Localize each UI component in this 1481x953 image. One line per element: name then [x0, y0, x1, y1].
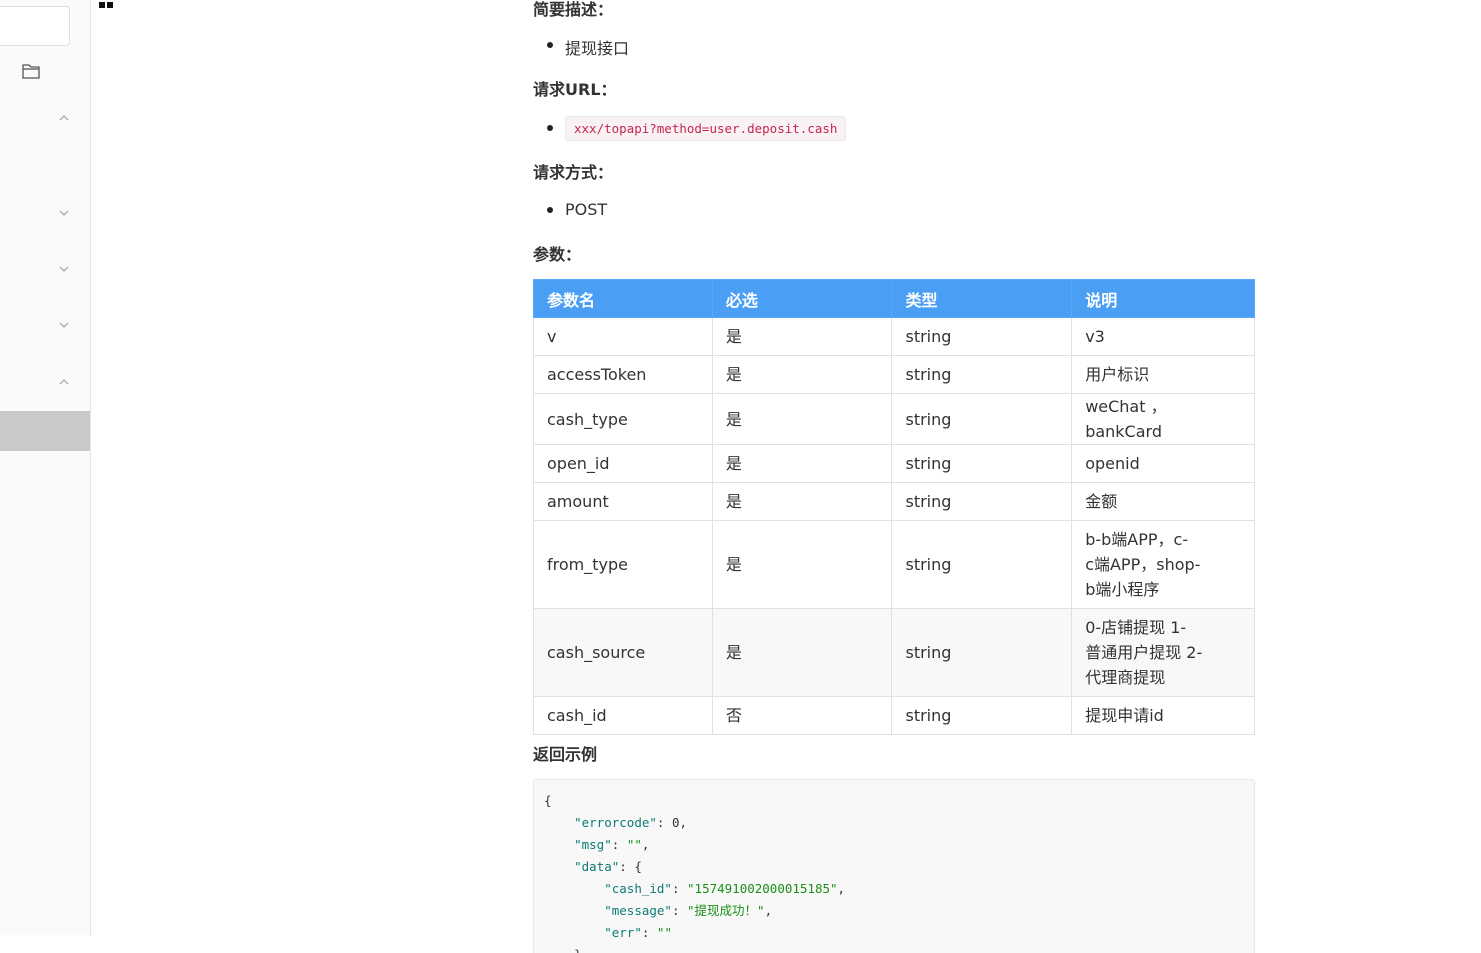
desc-line: c端APP，shop-: [1085, 555, 1201, 574]
table-cell: string: [891, 696, 1073, 735]
desc-line: 代理商提现: [1085, 668, 1166, 687]
table-cell: v: [533, 317, 713, 356]
table-row: cash_id 否 string 提现申请id: [533, 696, 1255, 735]
table-cell: string: [891, 444, 1073, 483]
code-value: "": [656, 925, 672, 940]
table-row: open_id 是 string openid: [533, 444, 1255, 483]
col-header-desc: 说明: [1071, 279, 1255, 318]
code-value: "": [626, 837, 642, 852]
table-cell: 是: [711, 393, 893, 445]
return-heading: 返回示例: [533, 745, 598, 764]
params-table: 参数名 必选 类型 说明 v 是 string v3 accessToken 是…: [533, 279, 1255, 735]
table-cell: v3: [1071, 317, 1255, 356]
code-value: 0: [671, 815, 680, 830]
col-header-type: 类型: [891, 279, 1073, 318]
table-cell: 是: [711, 608, 893, 697]
sidebar-item-active[interactable]: [0, 411, 90, 451]
table-cell: weChat ，bankCard: [1071, 393, 1255, 445]
table-cell: open_id: [533, 444, 713, 483]
table-row: amount 是 string 金额: [533, 482, 1255, 521]
code-token: {: [544, 793, 552, 808]
bullet-icon: [547, 207, 553, 213]
table-cell: string: [891, 520, 1073, 609]
table-cell: 是: [711, 444, 893, 483]
table-row: accessToken 是 string 用户标识: [533, 355, 1255, 394]
table-row: cash_type 是 string weChat ，bankCard: [533, 393, 1255, 445]
table-cell: 是: [711, 355, 893, 394]
table-cell: from_type: [533, 520, 713, 609]
table-cell: 金额: [1071, 482, 1255, 521]
table-row: cash_source 是 string 0-店铺提现 1- 普通用户提现 2-…: [533, 608, 1255, 697]
code-key: "data": [574, 859, 620, 874]
table-cell: openid: [1071, 444, 1255, 483]
col-header-required: 必选: [711, 279, 893, 318]
table-cell: string: [891, 355, 1073, 394]
code-value: "提现成功！": [687, 903, 765, 918]
folder-icon[interactable]: [21, 62, 41, 80]
chevron-down-icon[interactable]: [57, 264, 71, 274]
table-row: v 是 string v3: [533, 317, 1255, 356]
bullet-icon: [547, 125, 553, 131]
params-heading: 参数：: [533, 245, 582, 264]
return-example-code: { "errorcode": 0, "msg": "", "data": { "…: [533, 779, 1255, 953]
table-cell: string: [891, 482, 1073, 521]
request-url: xxx/topapi?method=user.deposit.cash: [565, 116, 847, 141]
drag-handle-icon[interactable]: [99, 2, 114, 8]
desc-line: b-b端APP，c-: [1085, 530, 1189, 549]
sidebar: [0, 0, 91, 935]
search-input[interactable]: [0, 6, 70, 46]
code-key: "err": [604, 925, 642, 940]
code-key: "errorcode": [574, 815, 657, 830]
code-key: "message": [604, 903, 672, 918]
table-row: from_type 是 string b-b端APP，c- c端APP，shop…: [533, 520, 1255, 609]
code-key: "msg": [574, 837, 612, 852]
chevron-down-icon[interactable]: [57, 208, 71, 218]
description-heading: 简要描述：: [533, 0, 614, 19]
chevron-down-icon[interactable]: [57, 320, 71, 330]
table-cell: 是: [711, 520, 893, 609]
desc-line: b端小程序: [1085, 580, 1160, 599]
chevron-up-icon[interactable]: [57, 377, 71, 387]
method-heading: 请求方式：: [533, 163, 614, 182]
bullet-icon: [547, 42, 553, 48]
code-token: }: [574, 947, 582, 953]
table-cell: string: [891, 608, 1073, 697]
table-cell: amount: [533, 482, 713, 521]
description-text: 提现接口: [565, 39, 630, 58]
table-cell: 否: [711, 696, 893, 735]
table-cell: string: [891, 393, 1073, 445]
desc-line: 普通用户提现 2-: [1085, 643, 1203, 662]
desc-line: 0-店铺提现 1-: [1085, 618, 1187, 637]
table-cell: 用户标识: [1071, 355, 1255, 394]
table-cell-multiline: b-b端APP，c- c端APP，shop- b端小程序: [1071, 520, 1255, 609]
chevron-up-icon[interactable]: [57, 113, 71, 123]
col-header-name: 参数名: [533, 279, 713, 318]
url-heading: 请求URL：: [533, 80, 617, 99]
code-key: "cash_id": [604, 881, 672, 896]
table-cell: 是: [711, 317, 893, 356]
code-value: "157491002000015185": [687, 881, 838, 896]
table-cell-multiline: 0-店铺提现 1- 普通用户提现 2- 代理商提现: [1071, 608, 1255, 697]
method-text: POST: [565, 200, 608, 219]
table-cell: 提现申请id: [1071, 696, 1255, 735]
table-cell: accessToken: [533, 355, 713, 394]
table-cell: cash_type: [533, 393, 713, 445]
table-cell: cash_id: [533, 696, 713, 735]
table-cell: 是: [711, 482, 893, 521]
table-cell: string: [891, 317, 1073, 356]
table-header-row: 参数名 必选 类型 说明: [533, 279, 1255, 318]
table-cell: cash_source: [533, 608, 713, 697]
